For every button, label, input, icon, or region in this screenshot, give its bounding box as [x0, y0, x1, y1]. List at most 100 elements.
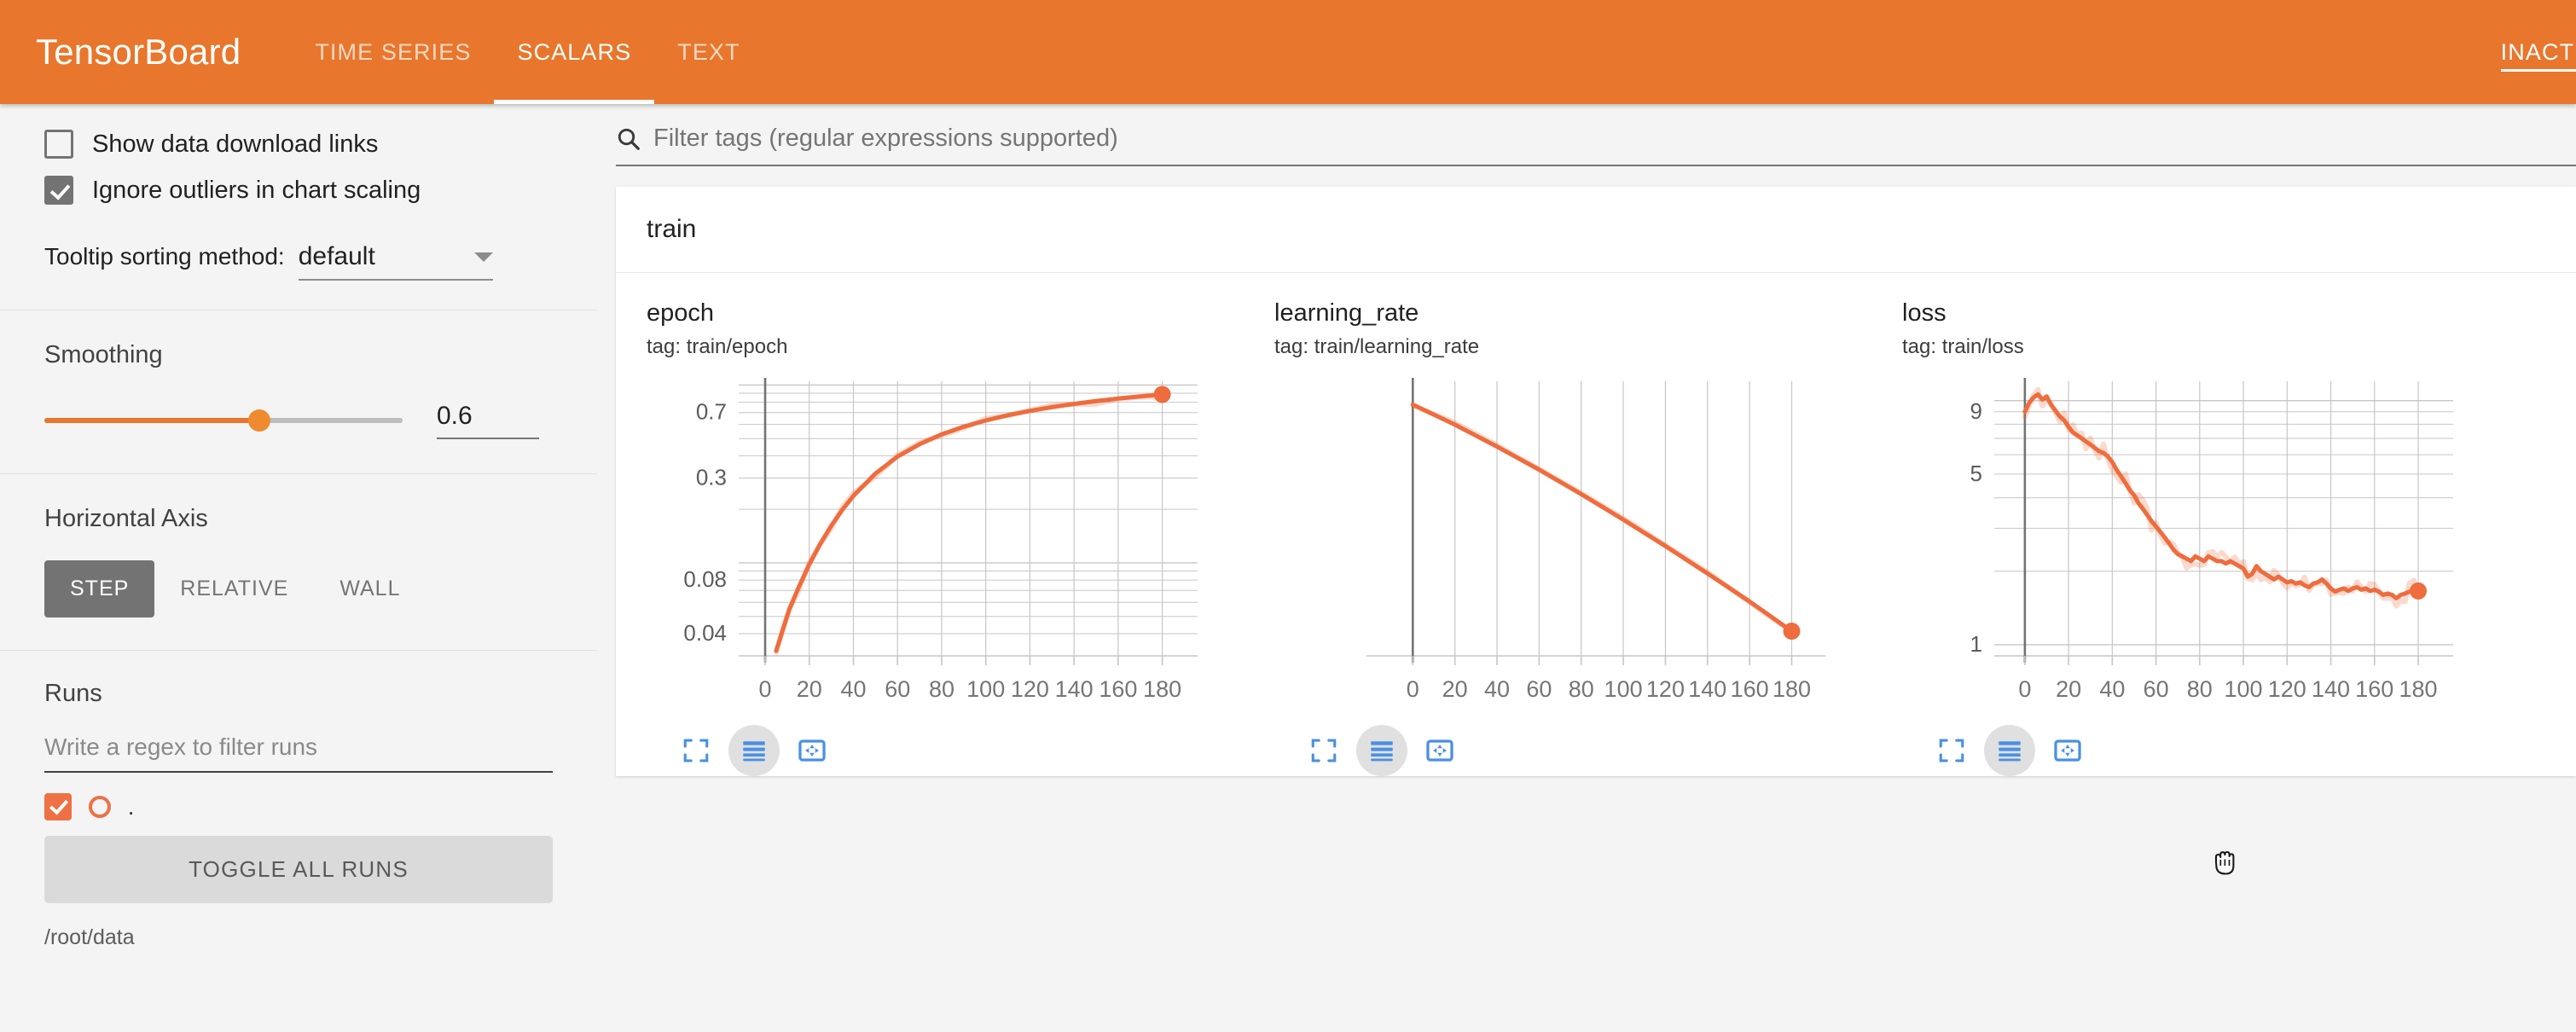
chart-learning-rate: learning_rate tag: train/learning_rate 0… — [1274, 299, 1871, 776]
horizontal-axis-group: Horizontal Axis STEP RELATIVE WALL — [0, 474, 597, 650]
chart-epoch-plot[interactable]: 0.04 0.08 0.3 0.7 0 20 40 60 80 100 120 140 160 180 — [647, 374, 1244, 720]
fullscreen-button[interactable] — [670, 725, 722, 776]
svg-text:160: 160 — [1099, 676, 1137, 702]
show-download-links-label: Show data download links — [92, 130, 379, 158]
svg-text:0.7: 0.7 — [696, 399, 727, 425]
pan-button[interactable] — [786, 725, 838, 776]
chart-loss-toolbar — [1902, 724, 2499, 776]
svg-text:100: 100 — [1604, 676, 1643, 702]
svg-text:0.3: 0.3 — [696, 464, 727, 490]
show-download-links-checkbox[interactable] — [44, 130, 73, 159]
ignore-outliers-checkbox-row[interactable]: Ignore outliers in chart scaling — [44, 176, 553, 205]
axis-option-step[interactable]: STEP — [44, 560, 155, 617]
smoothing-value-field[interactable]: 0.6 — [437, 402, 539, 439]
main-content: Filter tags (regular expressions support… — [597, 104, 2576, 1032]
svg-text:0: 0 — [1407, 676, 1419, 702]
chart-loss-tag: tag: train/loss — [1902, 334, 2024, 358]
svg-text:0.04: 0.04 — [683, 620, 727, 646]
svg-text:140: 140 — [2312, 676, 2350, 702]
svg-text:0: 0 — [2018, 676, 2031, 702]
svg-text:20: 20 — [797, 676, 822, 702]
svg-text:9: 9 — [1970, 398, 1982, 424]
svg-text:20: 20 — [2056, 676, 2081, 702]
chart-loss-title: loss — [1902, 299, 1947, 327]
runs-filter-placeholder: Write a regex to filter runs — [44, 733, 318, 760]
header-right: INACTIVE — [2478, 0, 2576, 104]
scalars-card: train epoch tag: train/epoch 0.04 0.08 0.3… — [616, 187, 2576, 776]
runs-filter-input[interactable]: Write a regex to filter runs — [44, 733, 553, 773]
svg-text:60: 60 — [2144, 676, 2169, 702]
svg-text:100: 100 — [2225, 676, 2263, 702]
tooltip-sorting-value: default — [298, 242, 375, 270]
tooltip-sorting-row: Tooltip sorting method: default — [44, 242, 553, 281]
data-lines-button[interactable] — [728, 724, 780, 776]
svg-text:40: 40 — [1484, 676, 1510, 702]
chart-loss-plot[interactable]: 1 5 9 0 20 40 60 80 100 120 140 160 180 — [1902, 374, 2499, 720]
show-download-links-checkbox-row[interactable]: Show data download links — [44, 130, 553, 159]
toggle-all-runs-button[interactable]: TOGGLE ALL RUNS — [44, 836, 553, 903]
tab-inactive[interactable]: INACTIVE — [2478, 0, 2576, 104]
run-checkbox[interactable] — [44, 793, 72, 820]
tooltip-sorting-select[interactable]: default — [298, 242, 493, 281]
svg-text:140: 140 — [1055, 676, 1094, 702]
tab-scalars[interactable]: SCALARS — [494, 0, 654, 104]
charts-row: epoch tag: train/epoch 0.04 0.08 0.3 0.7 0 20… — [616, 273, 2576, 776]
svg-text:140: 140 — [1688, 676, 1726, 702]
svg-text:0: 0 — [759, 676, 772, 702]
chart-learning-rate-title: learning_rate — [1274, 299, 1419, 327]
ignore-outliers-label: Ignore outliers in chart scaling — [92, 176, 421, 204]
svg-text:180: 180 — [2399, 676, 2437, 702]
run-name: . — [128, 793, 135, 820]
tooltip-sorting-label: Tooltip sorting method: — [44, 243, 285, 270]
svg-text:80: 80 — [929, 676, 954, 702]
svg-text:5: 5 — [1970, 461, 1982, 486]
fullscreen-button[interactable] — [1298, 725, 1349, 776]
fullscreen-button[interactable] — [1926, 725, 1977, 776]
axis-option-relative[interactable]: RELATIVE — [154, 560, 314, 617]
svg-text:40: 40 — [2099, 676, 2125, 702]
svg-text:40: 40 — [840, 676, 866, 702]
axis-option-wall[interactable]: WALL — [314, 560, 426, 617]
smoothing-slider-thumb[interactable] — [248, 409, 270, 432]
run-list-item[interactable]: . — [44, 793, 553, 820]
tab-text[interactable]: TEXT — [654, 0, 763, 104]
svg-text:180: 180 — [1772, 676, 1811, 702]
card-title: train — [647, 215, 697, 243]
chart-learning-rate-plot[interactable]: 0 20 40 60 80 100 120 140 160 180 — [1274, 374, 1871, 720]
pan-button[interactable] — [2042, 725, 2093, 776]
tab-time-series[interactable]: TIME SERIES — [292, 0, 494, 104]
chart-loss: loss tag: train/loss 1 5 9 0 20 40 60 80 100 120 1… — [1902, 299, 2499, 776]
pan-button[interactable] — [1414, 725, 1465, 776]
horizontal-axis-buttons: STEP RELATIVE WALL — [44, 560, 553, 617]
chart-epoch: epoch tag: train/epoch 0.04 0.08 0.3 0.7 0 20… — [647, 299, 1244, 776]
smoothing-value: 0.6 — [437, 402, 473, 430]
svg-text:160: 160 — [2355, 676, 2393, 702]
smoothing-group: Smoothing 0.6 — [0, 310, 597, 473]
chart-epoch-tag: tag: train/epoch — [647, 334, 788, 358]
chart-epoch-toolbar — [647, 724, 1244, 776]
data-lines-button[interactable] — [1356, 724, 1407, 776]
ignore-outliers-checkbox[interactable] — [44, 176, 73, 205]
card-header[interactable]: train — [616, 187, 2576, 273]
smoothing-slider-fill — [44, 418, 259, 423]
chart-learning-rate-tag: tag: train/learning_rate — [1274, 334, 1480, 358]
smoothing-row: 0.6 — [44, 402, 553, 439]
smoothing-slider[interactable] — [44, 409, 403, 432]
search-icon — [616, 126, 641, 152]
filter-tags-placeholder: Filter tags (regular expressions support… — [653, 125, 1118, 152]
svg-text:80: 80 — [1569, 676, 1594, 702]
svg-text:180: 180 — [1143, 676, 1181, 702]
data-lines-button[interactable] — [1984, 724, 2035, 776]
sidebar-settings-group: Show data download links Ignore outliers… — [0, 104, 597, 310]
svg-text:160: 160 — [1731, 676, 1769, 702]
logdir-path: /root/data — [44, 925, 135, 949]
run-color-circle-icon — [89, 796, 111, 818]
chart-epoch-title: epoch — [647, 299, 715, 327]
filter-tags-input[interactable]: Filter tags (regular expressions support… — [616, 104, 2576, 166]
runs-group: Runs Write a regex to filter runs . TOGG… — [0, 651, 597, 950]
svg-text:120: 120 — [1011, 676, 1049, 702]
svg-text:0.08: 0.08 — [683, 566, 727, 592]
svg-text:120: 120 — [1646, 676, 1685, 702]
chart-learning-rate-toolbar — [1274, 724, 1871, 776]
nav-tabs: TIME SERIES SCALARS TEXT — [292, 0, 763, 104]
